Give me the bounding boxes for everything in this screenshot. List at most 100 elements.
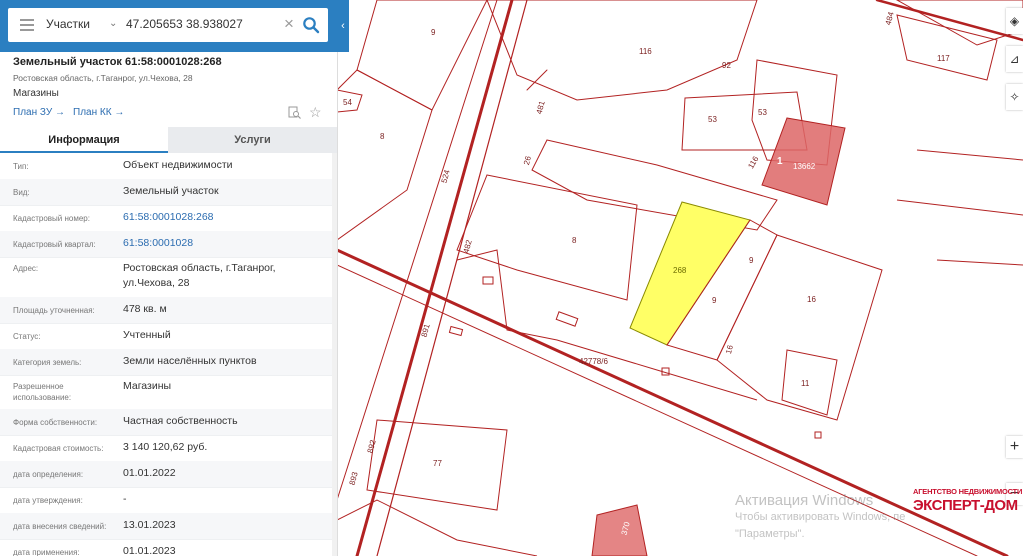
tab-info[interactable]: Информация bbox=[0, 127, 168, 153]
parcel-117 bbox=[896, 14, 998, 81]
map-label: 16 bbox=[807, 295, 816, 304]
collapse-panel-button[interactable]: ‹ bbox=[337, 0, 349, 52]
attribute-row: Форма собственности: Частная собственност… bbox=[0, 409, 332, 436]
attribute-value: Объект недвижимости bbox=[123, 159, 233, 171]
attribute-value: Частная собственность bbox=[123, 415, 238, 427]
map-label: 1 bbox=[777, 156, 783, 167]
plus-icon: + bbox=[1009, 438, 1020, 455]
attribute-label: Адрес: bbox=[13, 264, 39, 273]
map-label: 8 bbox=[380, 132, 385, 141]
attribute-row: Кадастровый номер: 61:58:0001028:268 bbox=[0, 205, 332, 232]
info-panel: Участки ⌄ 47.205653 38.938027 × Земельны… bbox=[0, 0, 338, 556]
attribute-value: 3 140 120,62 руб. bbox=[123, 441, 208, 453]
attribute-row: дата применения: 01.01.2023 bbox=[0, 539, 332, 556]
attribute-label: Площадь уточненная: bbox=[13, 306, 95, 315]
parcel-title: Земельный участок 61:58:0001028:268 bbox=[13, 56, 222, 68]
map-label: 116 bbox=[639, 47, 652, 56]
map-label: 92 bbox=[722, 61, 731, 70]
map-label: 9 bbox=[749, 256, 754, 265]
attribute-label: Форма собственности: bbox=[13, 418, 98, 427]
parcel-8a bbox=[337, 69, 433, 241]
map-label: 11 bbox=[801, 379, 810, 388]
search-box: Участки ⌄ 47.205653 38.938027 × bbox=[8, 8, 328, 42]
layers-button[interactable]: ◈ bbox=[1006, 8, 1023, 34]
attribute-value: 478 кв. м bbox=[123, 303, 167, 315]
map-label: 9 bbox=[712, 296, 717, 305]
map-label: 13662 bbox=[793, 162, 816, 171]
ruler-icon: ⊿ bbox=[1009, 52, 1020, 66]
map-label: 53 bbox=[708, 115, 717, 124]
attribute-value: - bbox=[123, 493, 127, 505]
attribute-row: Кадастровый квартал: 61:58:0001028 bbox=[0, 231, 332, 258]
chevron-left-icon: ‹ bbox=[341, 20, 345, 32]
plan-zu-link[interactable]: План ЗУ → bbox=[13, 107, 65, 118]
attribute-value: 01.01.2023 bbox=[123, 545, 176, 556]
attribute-label: Кадастровая стоимость: bbox=[13, 444, 104, 453]
attribute-row: Статус: Учтенный bbox=[0, 323, 332, 350]
attribute-row: Вид: Земельный участок bbox=[0, 179, 332, 206]
attribute-label: дата применения: bbox=[13, 548, 80, 556]
parcel-use: Магазины bbox=[13, 88, 59, 99]
attribute-label: Тип: bbox=[13, 162, 29, 171]
tool-button[interactable]: ⊿ bbox=[1006, 46, 1023, 72]
logo-title: ЭКСПЕРТ-ДОМ bbox=[913, 497, 1018, 514]
map-label: 77 bbox=[433, 459, 442, 468]
tab-services[interactable]: Услуги bbox=[168, 127, 337, 153]
attribute-label: дата внесения сведений: bbox=[13, 522, 107, 531]
attribute-label: Кадастровый номер: bbox=[13, 214, 90, 223]
logo-subtitle: АГЕНТСТВО НЕДВИЖИМОСТИ bbox=[913, 487, 1023, 496]
layers-icon: ◈ bbox=[1009, 14, 1020, 28]
plan-kk-link[interactable]: План КК → bbox=[73, 107, 124, 118]
attribute-label: Вид: bbox=[13, 188, 30, 197]
attribute-value: Земельный участок bbox=[123, 185, 219, 197]
attribute-label: Кадастровый квартал: bbox=[13, 240, 96, 249]
category-select[interactable]: Участки bbox=[46, 17, 90, 31]
map-label: 9 bbox=[431, 28, 436, 37]
parcel-address: Ростовская область, г.Таганрог, ул.Чехов… bbox=[13, 73, 193, 83]
attribute-label: Категория земель: bbox=[13, 358, 82, 367]
windows-watermark-text2: "Параметры". bbox=[735, 528, 805, 540]
attribute-label: дата утверждения: bbox=[13, 496, 83, 505]
attribute-row: Категория земель: Земли населённых пункто… bbox=[0, 349, 332, 376]
chevron-down-icon[interactable]: ⌄ bbox=[109, 18, 117, 29]
parcel-16 bbox=[716, 234, 883, 421]
attribute-row: Площадь уточненная: 478 кв. м bbox=[0, 297, 332, 324]
map-canvas[interactable] bbox=[337, 0, 1023, 556]
compass-icon: ✧ bbox=[1009, 90, 1020, 104]
map-label: 42778/6 bbox=[579, 357, 608, 366]
attribute-row: дата утверждения: - bbox=[0, 487, 332, 514]
parcel-block bbox=[531, 139, 778, 231]
windows-watermark-title: Активация Windows bbox=[735, 492, 874, 509]
tab-bar: Информация Услуги bbox=[0, 127, 337, 153]
small-object bbox=[482, 276, 494, 285]
search-icon[interactable] bbox=[302, 16, 320, 34]
menu-icon[interactable] bbox=[20, 19, 34, 31]
parcel-11 bbox=[781, 349, 838, 416]
document-search-icon[interactable] bbox=[288, 106, 301, 119]
attribute-value: 13.01.2023 bbox=[123, 519, 176, 531]
map-label: 53 bbox=[758, 108, 767, 117]
attribute-link[interactable]: 61:58:0001028 bbox=[123, 236, 323, 251]
cadastral-map[interactable]: 9 116 92 53 53 116 1 13662 8 26 481 524 … bbox=[337, 0, 1023, 556]
close-icon[interactable]: × bbox=[284, 14, 294, 34]
attribute-value: Учтенный bbox=[123, 329, 171, 341]
attribute-row: дата внесения сведений: 13.01.2023 bbox=[0, 513, 332, 540]
star-icon[interactable]: ☆ bbox=[309, 104, 322, 121]
parcel-8b bbox=[456, 174, 638, 301]
locate-button[interactable]: ✧ bbox=[1006, 84, 1023, 110]
attribute-row: Разрешенное использование: Магазины bbox=[0, 375, 332, 410]
attribute-row: дата определения: 01.01.2022 bbox=[0, 461, 332, 488]
attribute-value: Земли населённых пунктов bbox=[123, 355, 257, 367]
search-input[interactable]: 47.205653 38.938027 bbox=[126, 17, 243, 31]
attribute-value: Магазины bbox=[123, 380, 172, 392]
attribute-label: дата определения: bbox=[13, 470, 84, 479]
map-label: 54 bbox=[343, 98, 352, 107]
map-label: 117 bbox=[937, 54, 950, 63]
parcel-116 bbox=[486, 0, 758, 101]
zoom-in-button[interactable]: + bbox=[1006, 436, 1023, 458]
map-label-selected: 268 bbox=[673, 266, 687, 275]
parcel-268-selected bbox=[629, 201, 751, 346]
attribute-link[interactable]: 61:58:0001028:268 bbox=[123, 210, 323, 225]
scrollbar[interactable] bbox=[332, 153, 337, 556]
attribute-value: 01.01.2022 bbox=[123, 467, 176, 479]
